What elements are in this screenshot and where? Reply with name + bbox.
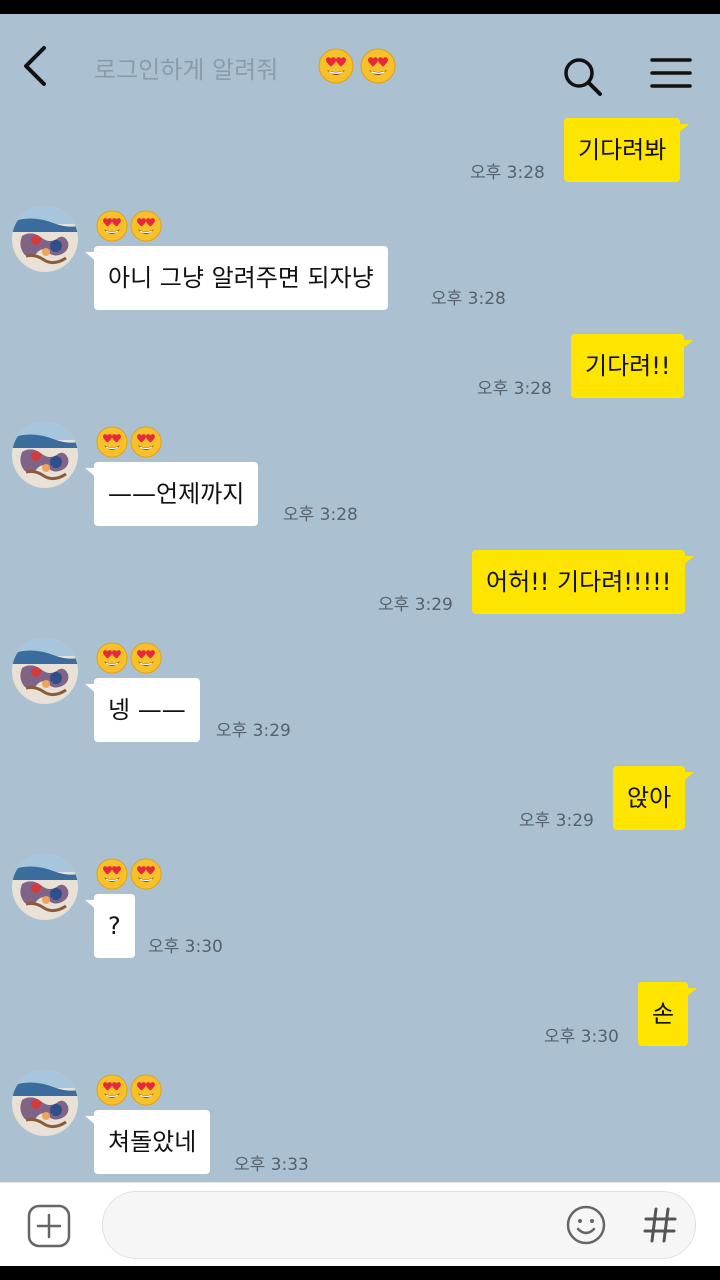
chat-title: 로그인하게 알려줘 [94, 55, 279, 84]
heart-eyes-emoji-icon [96, 426, 128, 458]
sender-name [96, 210, 162, 242]
message-bubble-incoming[interactable]: ? [85, 894, 135, 958]
heart-eyes-emoji-icon [96, 642, 128, 674]
emoticon-button[interactable] [564, 1203, 608, 1247]
avatar[interactable] [12, 206, 78, 272]
message-bubble-incoming[interactable]: 쳐돌았네 [84, 1110, 211, 1174]
search-button[interactable] [560, 54, 606, 100]
plus-square-icon [27, 1204, 71, 1248]
avatar[interactable] [12, 1070, 78, 1136]
message-bubble-outgoing[interactable]: 손 [638, 982, 698, 1046]
message-time: 오후 3:28 [431, 289, 506, 309]
sender-name [96, 426, 162, 458]
message-bubble-incoming[interactable]: ——언제까지 [84, 462, 259, 526]
chat-title-emojis [318, 48, 396, 84]
message-time: 오후 3:33 [234, 1155, 309, 1175]
avatar[interactable] [12, 854, 78, 920]
heart-eyes-emoji-icon [130, 210, 162, 242]
message-bubble-outgoing[interactable]: 기다려봐 [564, 118, 690, 182]
chat-screen: 로그인하게 알려줘 기다려봐 오후 3:28 아니 그냥 알려주면 되자냥 오후… [0, 14, 720, 1266]
message-bubble-outgoing[interactable]: 어허!! 기다려!!!!! [472, 550, 695, 614]
heart-eyes-emoji-icon [130, 642, 162, 674]
status-bar [0, 0, 720, 14]
message-time: 오후 3:28 [470, 163, 545, 183]
hashtag-icon [643, 1207, 677, 1243]
sender-name [96, 1074, 162, 1106]
message-time: 오후 3:29 [216, 721, 291, 741]
heart-eyes-emoji-icon [130, 1074, 162, 1106]
message-time: 오후 3:29 [519, 811, 594, 831]
heart-eyes-emoji-icon [130, 858, 162, 890]
message-bubble-incoming[interactable]: 아니 그냥 알려주면 되자냥 [85, 246, 388, 310]
avatar[interactable] [12, 422, 78, 488]
message-bubble-outgoing[interactable]: 앉아 [613, 766, 695, 830]
message-time: 오후 3:29 [378, 595, 453, 615]
heart-eyes-emoji-icon [96, 1074, 128, 1106]
hamburger-menu-icon [650, 58, 692, 88]
message-time: 오후 3:28 [283, 505, 358, 525]
heart-eyes-emoji-icon [318, 48, 354, 84]
message-bubble-incoming[interactable]: 넹 —— [85, 678, 200, 742]
message-input-bar [0, 1182, 720, 1266]
sender-name [96, 642, 162, 674]
heart-eyes-emoji-icon [96, 858, 128, 890]
message-time: 오후 3:28 [477, 379, 552, 399]
nav-bar [0, 1266, 720, 1280]
smiley-icon [566, 1205, 606, 1245]
search-icon [564, 58, 602, 96]
heart-eyes-emoji-icon [130, 426, 162, 458]
attach-button[interactable] [26, 1203, 72, 1249]
sender-name [96, 858, 162, 890]
heart-eyes-emoji-icon [96, 210, 128, 242]
menu-button[interactable] [648, 50, 694, 96]
back-button[interactable] [14, 40, 58, 92]
heart-eyes-emoji-icon [360, 48, 396, 84]
hashtag-search-button[interactable] [638, 1201, 682, 1249]
avatar[interactable] [12, 638, 78, 704]
chevron-left-icon [24, 46, 46, 86]
message-bubble-outgoing[interactable]: 기다려!! [571, 334, 695, 398]
message-time: 오후 3:30 [544, 1027, 619, 1047]
message-time: 오후 3:30 [148, 937, 223, 957]
chat-header: 로그인하게 알려줘 [0, 14, 720, 110]
